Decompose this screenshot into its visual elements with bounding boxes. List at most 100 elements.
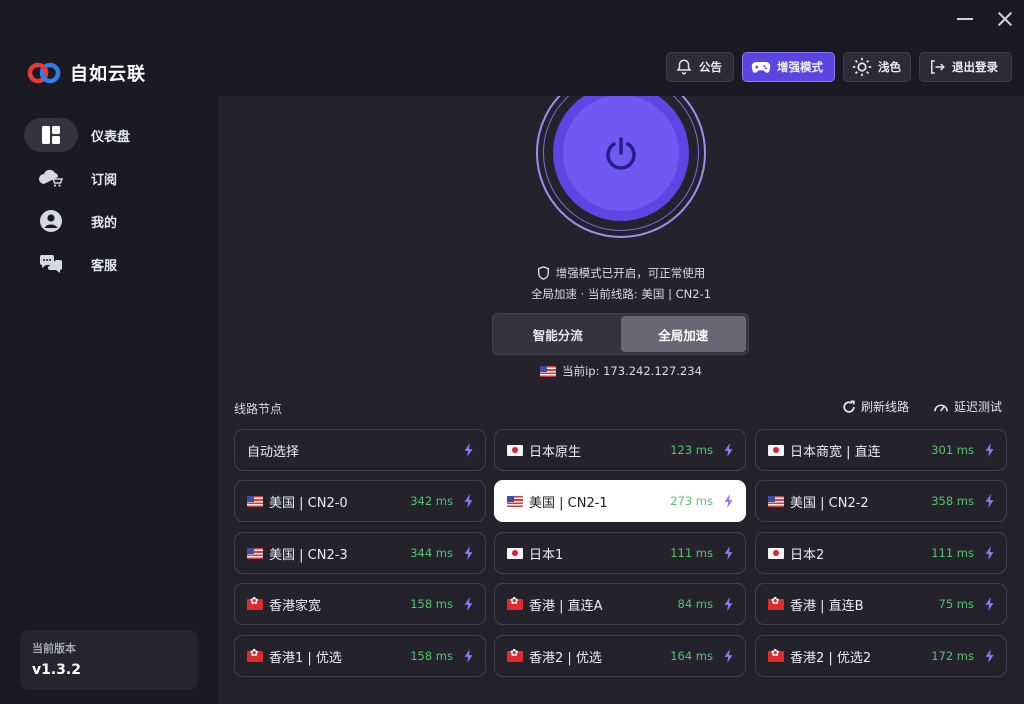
refresh-nodes-button[interactable]: 刷新线路 [842,398,909,415]
speedometer-icon [934,403,948,411]
bolt-icon [463,443,475,457]
hk-flag-icon [247,596,263,610]
node-latency: 172 ms [931,649,974,663]
node-card[interactable]: 美国 | CN2-0 342 ms [234,480,486,522]
node-name-text: 日本商宽 | 直连 [790,444,881,460]
node-latency: 344 ms [410,546,453,560]
node-latency: 164 ms [670,649,713,663]
sidebar-item-support[interactable]: 客服 [24,247,194,281]
sidebar-item-profile[interactable]: 我的 [24,204,194,238]
bolt-icon [723,494,735,508]
node-card[interactable]: 日本1 111 ms [494,532,746,574]
node-card[interactable]: 美国 | CN2-3 344 ms [234,532,486,574]
us-flag-icon [768,495,784,507]
chat-icon [24,247,78,281]
node-card[interactable]: 香港家宽 158 ms [234,583,486,625]
user-icon [24,204,78,238]
app-name: 自如云联 [70,64,146,85]
cloud-cart-icon [24,161,78,195]
version-number: v1.3.2 [32,662,81,678]
logo-icon [27,62,61,84]
us-flag-icon [247,547,263,559]
node-card[interactable]: 日本2 111 ms [755,532,1007,574]
node-name: 美国 | CN2-0 [247,492,410,511]
node-card[interactable]: 香港2 | 优选 164 ms [494,635,746,677]
close-button[interactable] [994,8,1016,30]
bolt-icon [984,649,996,663]
node-name-text: 日本2 [790,547,825,563]
node-card[interactable]: 日本商宽 | 直连 301 ms [755,429,1007,471]
jp-flag-icon [768,547,784,559]
sidebar-item-label: 仪表盘 [91,129,131,145]
node-name: 香港1 | 优选 [247,647,410,666]
enhanced-mode-label: 增强模式 [777,60,823,74]
mode-global-option[interactable]: 全局加速 [620,316,746,352]
mode-switch: 智能分流 全局加速 [492,313,749,355]
node-name: 自动选择 [247,441,463,460]
mode-smart-option[interactable]: 智能分流 [495,316,621,352]
node-name-text: 香港 | 直连B [790,598,864,614]
node-name: 香港2 | 优选 [507,647,670,666]
bell-icon [676,59,692,75]
minimize-icon [957,18,973,20]
node-card[interactable]: 美国 | CN2-2 358 ms [755,480,1007,522]
app-logo: 自如云联 [26,60,146,86]
node-latency: 123 ms [670,443,713,457]
bolt-icon [984,443,996,457]
node-latency: 158 ms [410,597,453,611]
node-card[interactable]: 香港1 | 优选 158 ms [234,635,486,677]
node-card[interactable]: 自动选择 [234,429,486,471]
bolt-icon [463,494,475,508]
node-name-text: 美国 | CN2-0 [269,495,348,511]
node-card[interactable]: 日本原生 123 ms [494,429,746,471]
sidebar-item-subscription[interactable]: 订阅 [24,161,194,195]
node-name-text: 美国 | CN2-1 [529,495,608,511]
theme-button[interactable]: 浅色 [843,52,911,82]
version-card: 当前版本 v1.3.2 [20,630,198,690]
dashboard-icon [24,118,78,152]
node-card[interactable]: 香港2 | 优选2 172 ms [755,635,1007,677]
node-name: 日本1 [507,544,670,563]
us-flag-icon [247,495,263,507]
hk-flag-icon [768,596,784,610]
hk-flag-icon [768,648,784,662]
node-name-text: 自动选择 [247,444,300,460]
node-name: 香港 | 直连B [768,595,939,614]
node-card[interactable]: 香港 | 直连A 84 ms [494,583,746,625]
node-name-text: 香港2 | 优选2 [790,650,872,666]
node-name-text: 美国 | CN2-3 [269,547,348,563]
bolt-icon [984,546,996,560]
current-ip-text: 当前ip: 173.242.127.234 [562,364,702,378]
version-label: 当前版本 [32,642,76,655]
jp-flag-icon [507,444,523,456]
node-name: 美国 | CN2-1 [507,492,670,511]
node-latency: 111 ms [670,546,713,560]
theme-label: 浅色 [878,60,901,74]
current-ip: 当前ip: 173.242.127.234 [218,363,1024,379]
enhanced-mode-button[interactable]: 增强模式 [742,52,835,82]
logout-button[interactable]: 退出登录 [919,52,1012,82]
node-card[interactable]: 香港 | 直连B 75 ms [755,583,1007,625]
node-latency: 84 ms [677,597,713,611]
node-name: 美国 | CN2-2 [768,492,931,511]
node-name-text: 日本1 [529,547,564,563]
latency-test-button[interactable]: 延迟测试 [933,398,1002,415]
minimize-button[interactable] [950,6,980,32]
sidebar-item-dashboard[interactable]: 仪表盘 [24,118,194,152]
node-name-text: 日本原生 [529,444,582,460]
logout-icon [931,60,945,74]
node-name-text: 香港家宽 [269,598,322,614]
bolt-icon [463,649,475,663]
node-name: 日本商宽 | 直连 [768,441,931,460]
node-latency: 111 ms [931,546,974,560]
node-name-text: 香港1 | 优选 [269,650,342,666]
notice-button[interactable]: 公告 [666,52,734,82]
node-name: 日本原生 [507,441,670,460]
enhanced-status-text: 增强模式已开启，可正常使用 [555,266,706,280]
bolt-icon [723,597,735,611]
node-name: 香港 | 直连A [507,595,678,614]
node-card[interactable]: 美国 | CN2-1 273 ms [494,480,746,522]
main-panel: 增强模式已开启，可正常使用 全局加速 · 当前线路: 美国 | CN2-1 智能… [218,96,1024,704]
latency-test-label: 延迟测试 [954,400,1003,414]
sidebar: 仪表盘 订阅 我的 客服 当前版本 v1.3.2 [0,96,218,704]
